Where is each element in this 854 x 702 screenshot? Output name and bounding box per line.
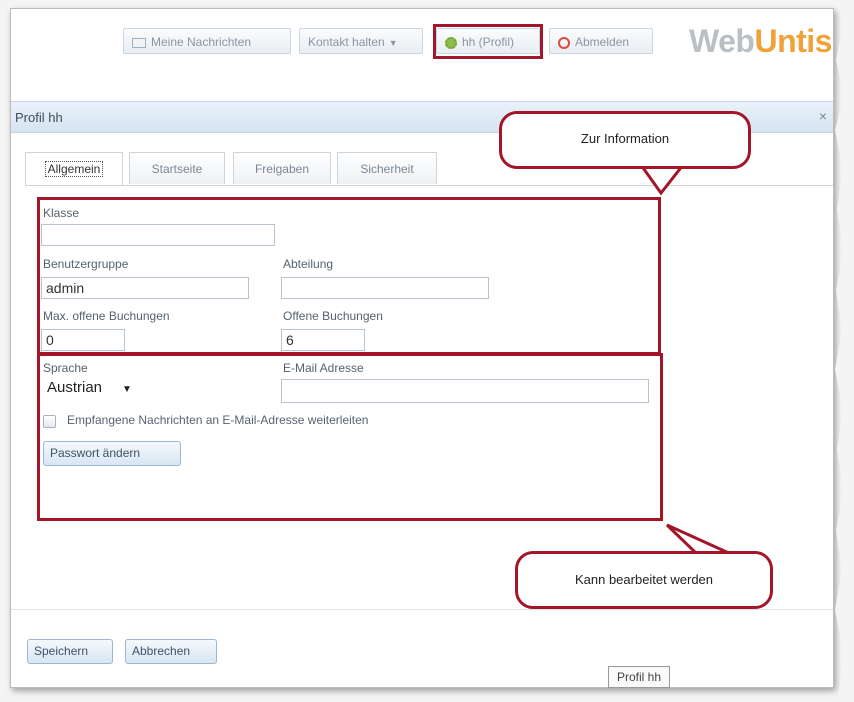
profile-tooltip: Profil hh bbox=[608, 666, 671, 688]
footer-divider bbox=[11, 609, 833, 610]
torn-edge bbox=[835, 0, 854, 702]
cancel-button[interactable]: Abbrechen bbox=[125, 639, 217, 664]
save-button[interactable]: Speichern bbox=[27, 639, 113, 664]
webuntis-window: Meine Nachrichten Kontakt halten ▼ hh (Pr… bbox=[10, 8, 834, 688]
callout-editable: Kann bearbeitet werden bbox=[515, 551, 773, 609]
callout-info: Zur Information bbox=[499, 111, 751, 169]
